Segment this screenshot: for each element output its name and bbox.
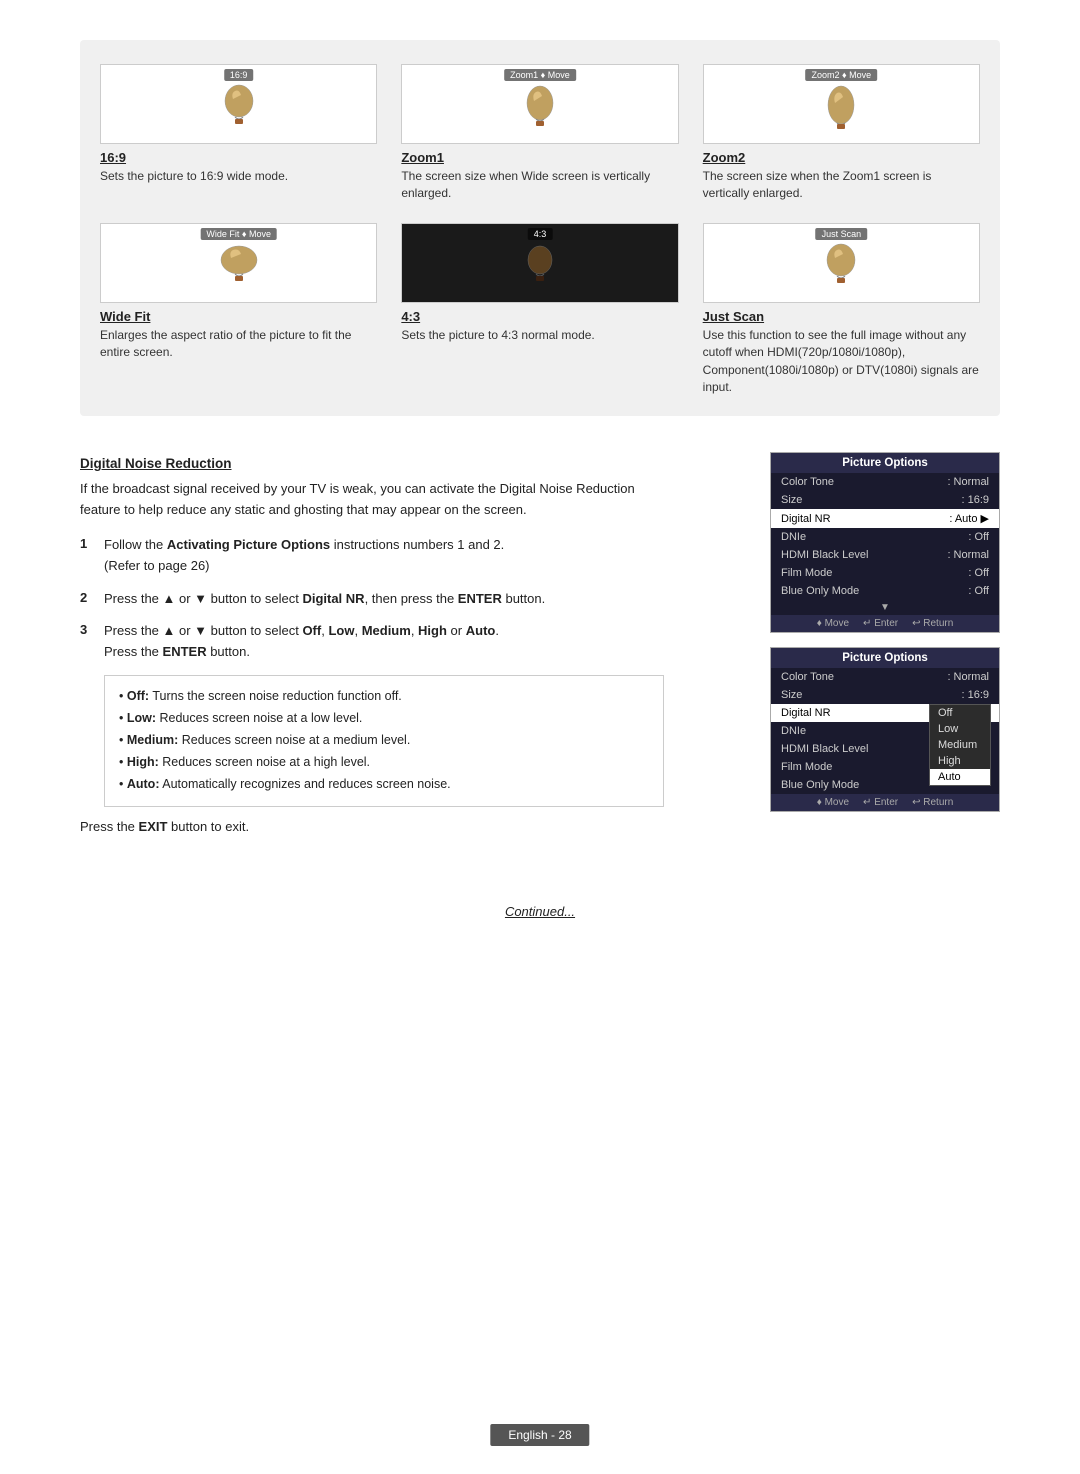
mode-thumb-zoom1: Zoom1 ♦ Move [401, 64, 678, 144]
panel1-footer: ♦ Move ↵ Enter ↩ Return [771, 615, 999, 632]
bullet-item-off: • Off: Turns the screen noise reduction … [119, 686, 649, 706]
mode-label-bar-justscan: Just Scan [816, 228, 868, 240]
page-footer: English - 28 [490, 1424, 589, 1446]
panel1-row-blue: Blue Only Mode : Off [771, 582, 999, 600]
section-heading: Digital Noise Reduction [80, 456, 740, 471]
mode-thumb-justscan: Just Scan [703, 223, 980, 303]
balloon-icon-zoom2 [815, 81, 867, 133]
dropdown-option-high[interactable]: High [930, 753, 990, 769]
mode-item-justscan: Just Scan Just Scan Use this function to… [703, 223, 980, 397]
mode-item-zoom1: Zoom1 ♦ Move Zoom1 The screen size when … [401, 64, 678, 203]
mode-desc-169: Sets the picture to 16:9 wide mode. [100, 168, 377, 185]
panel1-row-size: Size : 16:9 [771, 491, 999, 509]
balloon-icon-169 [213, 81, 265, 133]
step-text-3: Press the ▲ or ▼ button to select Off, L… [104, 621, 499, 663]
mode-desc-43: Sets the picture to 4:3 normal mode. [401, 327, 678, 344]
picture-modes-box: 16:9 16:9 Sets the picture to 16:9 wide … [80, 40, 1000, 416]
mode-title-zoom1: Zoom1 [401, 150, 678, 165]
step-num-3: 3 [80, 621, 104, 637]
panel2: Picture Options Color Tone : Normal Size… [770, 647, 1000, 812]
dropdown-option-auto[interactable]: Auto [930, 769, 990, 785]
step-1: 1 Follow the Activating Picture Options … [80, 535, 740, 577]
panel2-title: Picture Options [771, 648, 999, 668]
mode-item-169: 16:9 16:9 Sets the picture to 16:9 wide … [100, 64, 377, 203]
bullet-item-auto: • Auto: Automatically recognizes and red… [119, 774, 649, 794]
mode-desc-zoom2: The screen size when the Zoom1 screen is… [703, 168, 980, 203]
panel2-dropdown-area: Digital NR DNIe HDMI Black Level Fi [771, 704, 999, 794]
mode-title-widefit: Wide Fit [100, 309, 377, 324]
left-col: Digital Noise Reduction If the broadcast… [80, 452, 740, 864]
panel1-arrow-down: ▼ [771, 600, 999, 615]
mode-thumb-169: 16:9 [100, 64, 377, 144]
step-2: 2 Press the ▲ or ▼ button to select Digi… [80, 589, 740, 610]
main-layout: Digital Noise Reduction If the broadcast… [80, 452, 1000, 864]
panel2-row-size: Size : 16:9 [771, 686, 999, 704]
mode-title-justscan: Just Scan [703, 309, 980, 324]
dropdown-option-medium[interactable]: Medium [930, 737, 990, 753]
mode-item-widefit: Wide Fit ♦ Move Wide Fit Enlarges the as… [100, 223, 377, 397]
panel1-row-film: Film Mode : Off [771, 564, 999, 582]
continued-text: Continued... [80, 904, 1000, 919]
balloon-icon-widefit [213, 240, 265, 292]
mode-label-bar-widefit: Wide Fit ♦ Move [200, 228, 277, 240]
mode-thumb-widefit: Wide Fit ♦ Move [100, 223, 377, 303]
mode-desc-zoom1: The screen size when Wide screen is vert… [401, 168, 678, 203]
panel1-row-color-tone: Color Tone : Normal [771, 473, 999, 491]
mode-label-bar-zoom2: Zoom2 ♦ Move [806, 69, 878, 81]
panel1-row-dnie: DNIe : Off [771, 528, 999, 546]
step-text-1: Follow the Activating Picture Options in… [104, 535, 504, 577]
step-num-2: 2 [80, 589, 104, 605]
step-num-1: 1 [80, 535, 104, 551]
bullet-item-medium: • Medium: Reduces screen noise at a medi… [119, 730, 649, 750]
panel2-row-color-tone: Color Tone : Normal [771, 668, 999, 686]
modes-grid: 16:9 16:9 Sets the picture to 16:9 wide … [100, 64, 980, 396]
balloon-icon-zoom1 [514, 81, 566, 133]
section-intro: If the broadcast signal received by your… [80, 479, 660, 521]
mode-thumb-43: 4:3 [401, 223, 678, 303]
mode-label-bar-169: 16:9 [224, 69, 254, 81]
dropdown-option-low[interactable]: Low [930, 721, 990, 737]
mode-item-43: 4:3 4:3 Sets the picture to 4:3 normal m… [401, 223, 678, 397]
mode-title-169: 16:9 [100, 150, 377, 165]
right-col: Picture Options Color Tone : Normal Size… [770, 452, 1000, 812]
dropdown-list: Off Low Medium High Auto [929, 704, 991, 786]
step-text-2: Press the ▲ or ▼ button to select Digita… [104, 589, 545, 610]
steps: 1 Follow the Activating Picture Options … [80, 535, 740, 663]
panel1-row-digital-nr: Digital NR : Auto ▶ [771, 509, 999, 528]
step-3: 3 Press the ▲ or ▼ button to select Off,… [80, 621, 740, 663]
mode-title-zoom2: Zoom2 [703, 150, 980, 165]
mode-label-bar-zoom1: Zoom1 ♦ Move [504, 69, 576, 81]
mode-desc-justscan: Use this function to see the full image … [703, 327, 980, 397]
balloon-icon-justscan [815, 240, 867, 292]
bullet-box: • Off: Turns the screen noise reduction … [104, 675, 664, 807]
mode-item-zoom2: Zoom2 ♦ Move Zoom2 The screen size when … [703, 64, 980, 203]
balloon-icon-43 [514, 240, 566, 292]
bullet-item-high: • High: Reduces screen noise at a high l… [119, 752, 649, 772]
panel1-row-hdmi: HDMI Black Level : Normal [771, 546, 999, 564]
panel1: Picture Options Color Tone : Normal Size… [770, 452, 1000, 633]
dropdown-option-off[interactable]: Off [930, 705, 990, 721]
exit-line: Press the EXIT button to exit. [80, 819, 740, 834]
mode-label-bar-43: 4:3 [528, 228, 553, 240]
panel1-title: Picture Options [771, 453, 999, 473]
mode-desc-widefit: Enlarges the aspect ratio of the picture… [100, 327, 377, 362]
page-content: 16:9 16:9 Sets the picture to 16:9 wide … [0, 0, 1080, 1039]
mode-thumb-zoom2: Zoom2 ♦ Move [703, 64, 980, 144]
bullet-item-low: • Low: Reduces screen noise at a low lev… [119, 708, 649, 728]
mode-title-43: 4:3 [401, 309, 678, 324]
panel2-footer: ♦ Move ↵ Enter ↩ Return [771, 794, 999, 811]
